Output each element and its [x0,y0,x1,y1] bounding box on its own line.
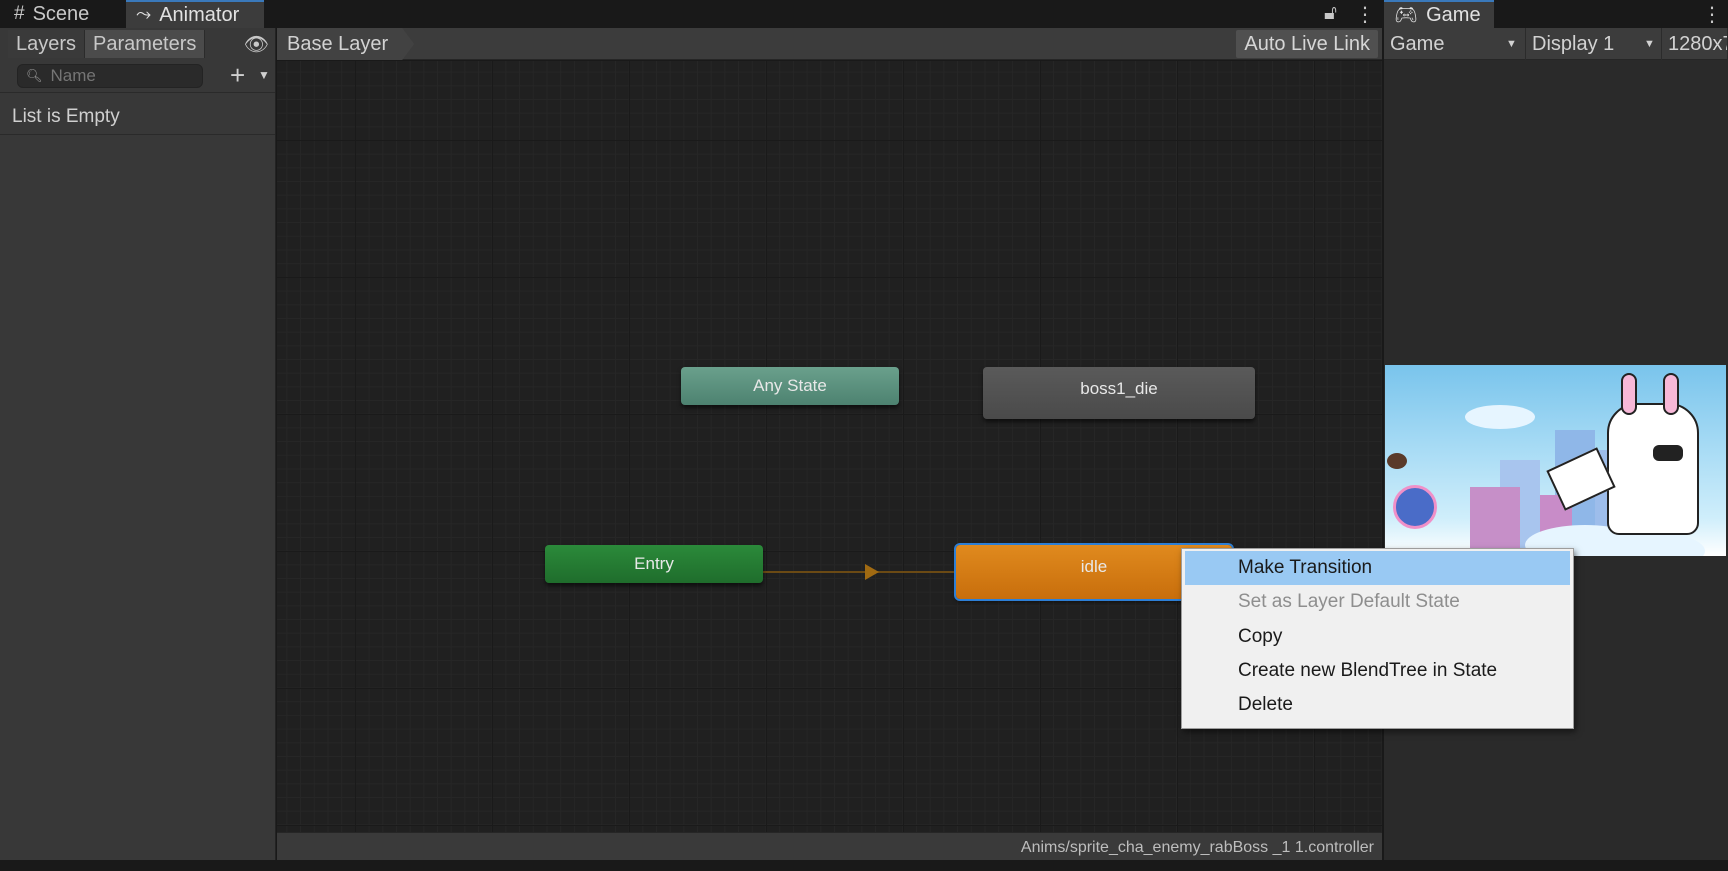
divider [0,134,275,135]
animator-icon: ⤳ [136,4,152,25]
auto-live-link-button[interactable]: Auto Live Link [1236,30,1378,58]
chevron-down-icon: ▼ [1644,38,1655,50]
divider [0,92,275,93]
controller-path: Anims/sprite_cha_enemy_rabBoss _1 1.cont… [1020,839,1374,856]
rabbit-goggles [1653,445,1683,461]
kebab-menu-icon[interactable]: ⋮ [1355,2,1375,27]
game-view-label: Game [1390,32,1445,55]
tab-animator-label: Animator [159,3,240,26]
game-view-image [1385,365,1726,556]
kebab-menu-icon[interactable]: ⋮ [1702,2,1722,27]
chevron-down-icon[interactable]: ▼ [258,68,270,82]
tab-parameters[interactable]: Parameters [85,30,206,58]
context-menu: Make Transition Set as Layer Default Sta… [1181,548,1574,729]
unity-editor: # Scene ⤳ Animator 🔓︎ ⋮ Layers Parameter… [0,0,1728,871]
rabbit-ear [1621,373,1637,415]
building [1470,487,1520,556]
menu-item-set-default-state[interactable]: Set as Layer Default State [1185,585,1570,619]
rabbit-boss-sprite [1607,403,1699,535]
chevron-down-icon: ▼ [1506,38,1517,50]
state-entry[interactable]: Entry [545,545,763,583]
breadcrumb-base-layer[interactable]: Base Layer [277,28,414,60]
cloud [1465,405,1535,429]
resolution-dropdown[interactable]: 1280x7 [1662,28,1728,60]
player-sprite [1393,485,1437,529]
transition-arrow-icon[interactable] [865,564,879,580]
state-boss1-die[interactable]: boss1_die [983,367,1255,419]
grid-icon: # [14,3,25,24]
tab-game-label: Game [1426,3,1481,26]
game-tab-bar: 🎮︎ Game ⋮ [1384,0,1728,28]
panel-tabs: Layers Parameters [8,30,206,58]
state-any-state[interactable]: Any State [681,367,899,405]
lock-icon[interactable]: 🔓︎ [1324,2,1337,25]
empty-list-text: List is Empty [12,106,120,127]
resolution-label: 1280x7 [1668,32,1728,55]
parameters-panel: Layers Parameters 👁︎ 🔍︎ + ▼ List is Empt… [0,28,276,860]
tab-scene-label: Scene [32,2,90,25]
plus-icon[interactable]: + [230,60,245,91]
menu-item-delete[interactable]: Delete [1185,688,1570,722]
search-box[interactable]: 🔍︎ [17,64,203,88]
search-icon: 🔍︎ [26,68,43,83]
tab-game[interactable]: 🎮︎ Game [1384,0,1494,28]
tab-scene[interactable]: # Scene [4,0,99,28]
animator-tab-bar: # Scene ⤳ Animator 🔓︎ ⋮ [0,0,1382,28]
menu-item-create-blendtree[interactable]: Create new BlendTree in State [1185,654,1570,688]
transition-line[interactable] [763,571,956,573]
game-toolbar: Game ▼ Display 1 ▼ 1280x7 [1384,28,1728,60]
gamepad-icon: 🎮︎ [1394,5,1419,26]
enemy-sprite [1387,453,1407,469]
rabbit-ear [1663,373,1679,415]
tab-animator[interactable]: ⤳ Animator [126,0,264,28]
search-input[interactable] [50,66,201,86]
display-label: Display 1 [1532,32,1615,55]
display-dropdown[interactable]: Display 1 [1526,28,1662,60]
tab-layers[interactable]: Layers [8,30,86,58]
menu-item-make-transition[interactable]: Make Transition [1185,551,1570,585]
menu-item-copy[interactable]: Copy [1185,620,1570,654]
game-view-dropdown[interactable]: Game [1384,28,1526,60]
eye-icon[interactable]: 👁︎ [244,32,269,57]
controller-path-bar: Anims/sprite_cha_enemy_rabBoss _1 1.cont… [277,832,1382,860]
breadcrumb: Base Layer Auto Live Link [277,28,1382,60]
